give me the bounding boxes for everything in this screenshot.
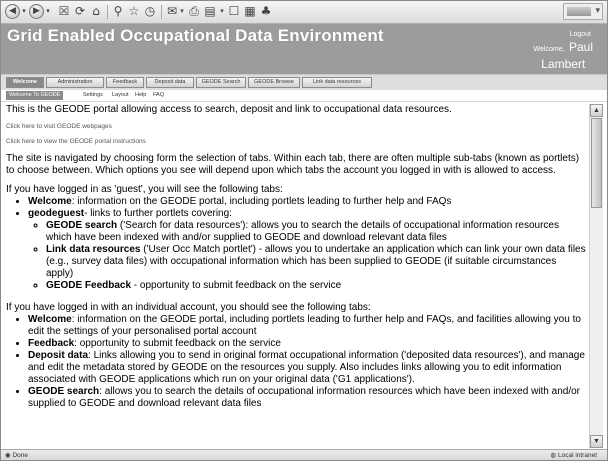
individual-tab-list: Welcome: information on the GEODE portal… (6, 314, 586, 410)
back-icon[interactable]: ◀ (5, 4, 20, 19)
list-item: Welcome: information on the GEODE portal… (28, 196, 586, 208)
search-icon[interactable]: ⚲ (111, 4, 125, 19)
item-text: : information on the GEODE portal, inclu… (28, 314, 581, 337)
scroll-down-icon[interactable]: ▼ (590, 435, 603, 448)
toolbar-separator (107, 5, 108, 19)
refresh-icon[interactable]: ⟳ (73, 4, 87, 19)
welcome-label: Welcome, (533, 46, 565, 53)
back-dropdown-icon[interactable]: ▾ (21, 4, 27, 19)
tab-geode-browse[interactable]: GEODE Browse (248, 77, 300, 88)
item-text: : Links allowing you to send in original… (28, 350, 585, 385)
item-title: Link data resources (46, 244, 141, 255)
status-left-text: Done (12, 452, 29, 459)
status-zone-text: Local intranet (557, 452, 597, 459)
item-title: Deposit data (28, 350, 89, 361)
status-zone: ◍ Local intranet (550, 452, 597, 459)
subtab-layout[interactable]: Layout (112, 91, 129, 100)
throbber-dropdown-icon: ▾ (595, 5, 600, 15)
main-tabs: Welcome Administration Feedback Deposit … (1, 74, 607, 91)
list-item: Welcome: information on the GEODE portal… (28, 314, 586, 338)
forward-dropdown-icon[interactable]: ▾ (45, 4, 51, 19)
navigation-text: The site is navigated by choosing form t… (6, 153, 580, 176)
toolbar-separator (161, 5, 162, 19)
list-item: Deposit data: Links allowing you to send… (28, 350, 586, 386)
geode-webpages-link[interactable]: Click here to visit GEODE webpages (6, 123, 586, 131)
scroll-thumb[interactable] (591, 118, 602, 208)
tab-welcome[interactable]: Welcome (6, 77, 44, 88)
item-text: : opportunity to submit feedback on the … (74, 338, 281, 349)
list-item: GEODE search ('Search for data resources… (46, 220, 586, 244)
vertical-scrollbar[interactable]: ▲ ▼ (589, 104, 603, 448)
tab-link-data-resources[interactable]: Link data resources (302, 77, 372, 88)
browser-toolbar: ◀ ▾ ▶ ▾ ☒ ⟳ ⌂ ⚲ ☆ ◷ ✉ ▾ ⎙ ▤ ▾ ☐ ▦ ♣ ▾ (1, 1, 607, 24)
list-item: Feedback: opportunity to submit feedback… (28, 338, 586, 350)
item-title: GEODE search (28, 386, 100, 397)
subtab-help[interactable]: Help (135, 91, 146, 100)
list-item: GEODE search: allows you to search the d… (28, 386, 586, 410)
tab-feedback[interactable]: Feedback (106, 77, 144, 88)
edit-dropdown-icon[interactable]: ▾ (219, 4, 225, 19)
item-text: - opportunity to submit feedback on the … (131, 280, 342, 291)
favorites-icon[interactable]: ☆ (127, 4, 141, 19)
guest-tab-list: Welcome: information on the GEODE portal… (6, 196, 586, 292)
individual-intro-text: If you have logged in with an individual… (6, 302, 371, 313)
home-icon[interactable]: ⌂ (89, 4, 103, 19)
item-text: : allows you to search the details of oc… (28, 386, 580, 409)
item-title: geodeguest (28, 208, 85, 219)
status-done: ◉ Done (5, 452, 29, 459)
browser-status-bar: ◉ Done ◍ Local intranet (1, 449, 607, 460)
item-text: ('Search for data resources'): allows yo… (46, 220, 559, 243)
list-item: geodeguest- links to further portlets co… (28, 208, 586, 292)
scroll-up-icon[interactable]: ▲ (590, 104, 603, 117)
guest-intro-text: If you have logged in as 'guest', you wi… (6, 184, 283, 195)
item-text: - links to further portlets covering: (84, 208, 232, 219)
portlet-content: This is the GEODE portal allowing access… (6, 104, 586, 447)
forward-icon[interactable]: ▶ (29, 4, 44, 19)
subtab-faq[interactable]: FAQ (153, 91, 164, 100)
print-icon[interactable]: ⎙ (187, 4, 201, 19)
item-title: Feedback (28, 338, 75, 349)
tab-geode-search[interactable]: GEODE Search (196, 77, 246, 88)
browser-window: ◀ ▾ ▶ ▾ ☒ ⟳ ⌂ ⚲ ☆ ◷ ✉ ▾ ⎙ ▤ ▾ ☐ ▦ ♣ ▾ Gr… (0, 0, 608, 461)
logout-link[interactable]: Logout (570, 31, 591, 38)
history-icon[interactable]: ◷ (143, 4, 157, 19)
item-title: Welcome (28, 196, 72, 207)
item-title: GEODE Feedback (46, 280, 132, 291)
welcome-user: Welcome, Paul Lambert (534, 40, 593, 71)
site-header: Grid Enabled Occupational Data Environme… (1, 24, 607, 74)
throbber-bar (567, 7, 591, 16)
subtab-welcome-to-geode[interactable]: Welcome To GEODE (6, 91, 64, 100)
mail-icon[interactable]: ✉ (165, 4, 179, 19)
item-title: GEODE search (46, 220, 118, 231)
tab-deposit-data[interactable]: Deposit data (146, 77, 194, 88)
portal-instructions-link[interactable]: Click here to view the GEODE portal inst… (6, 138, 586, 146)
item-text: : information on the GEODE portal, inclu… (71, 196, 452, 207)
site-title: Grid Enabled Occupational Data Environme… (7, 26, 384, 45)
mail-dropdown-icon[interactable]: ▾ (179, 4, 185, 19)
subtab-settings[interactable]: Settings (83, 91, 103, 100)
list-item: GEODE Feedback - opportunity to submit f… (46, 280, 586, 292)
item-title: Welcome (28, 314, 72, 325)
stop-icon[interactable]: ☒ (57, 4, 71, 19)
research-icon[interactable]: ▦ (243, 4, 257, 19)
intro-text: This is the GEODE portal allowing access… (6, 104, 452, 115)
edit-icon[interactable]: ▤ (203, 4, 217, 19)
messenger-icon[interactable]: ♣ (259, 4, 273, 19)
list-item: Link data resources ('User Occ Match por… (46, 244, 586, 280)
user-last-name: Lambert (541, 57, 586, 71)
sub-tabs: Welcome To GEODE Settings Layout Help FA… (1, 90, 607, 102)
tab-administration[interactable]: Administration (46, 77, 104, 88)
user-first-name: Paul (568, 40, 593, 54)
geodeguest-sublist: GEODE search ('Search for data resources… (28, 220, 586, 292)
browser-throbber[interactable]: ▾ (563, 3, 603, 20)
discuss-icon[interactable]: ☐ (227, 4, 241, 19)
